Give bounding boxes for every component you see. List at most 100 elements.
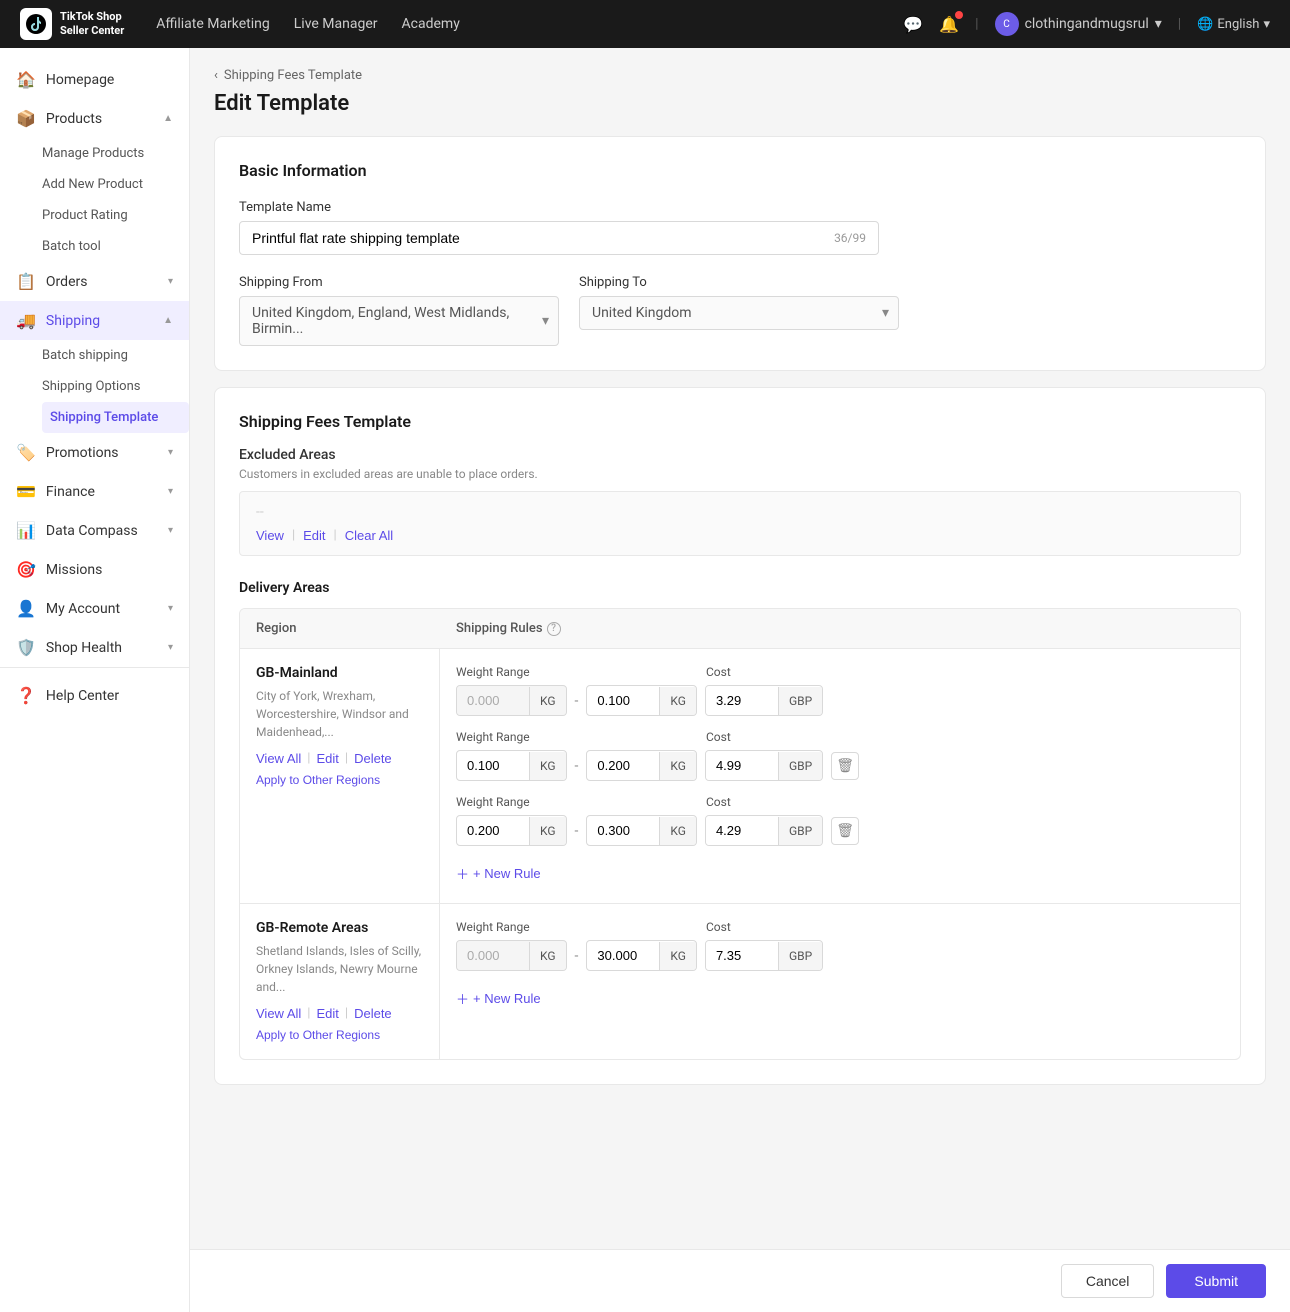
sidebar-subitem-shipping-options[interactable]: Shipping Options <box>42 371 189 402</box>
promotions-icon: 🏷️ <box>16 443 36 462</box>
account-icon: 👤 <box>16 599 36 618</box>
sidebar-label-data-compass: Data Compass <box>46 523 158 539</box>
sidebar-subitem-manage-products[interactable]: Manage Products <box>42 138 189 169</box>
shipping-rules-info-icon[interactable]: ? <box>547 622 561 636</box>
gb-mainland-region-cell: GB-Mainland City of York, Wrexham, Worce… <box>240 649 440 903</box>
submit-button[interactable]: Submit <box>1166 1264 1266 1298</box>
remote-rule-1-to-group[interactable]: KG <box>586 940 697 971</box>
products-submenu: Manage Products Add New Product Product … <box>0 138 189 262</box>
sidebar-item-homepage[interactable]: 🏠 Homepage <box>0 60 189 99</box>
sidebar-item-shipping[interactable]: 🚚 Shipping ▲ <box>0 301 189 340</box>
rule-3-to-unit: KG <box>659 817 696 845</box>
gb-mainland-delete-btn[interactable]: Delete <box>354 751 392 766</box>
template-name-input[interactable] <box>252 230 834 246</box>
footer-actions: Cancel Submit <box>190 1249 1290 1312</box>
rule-1-to-group[interactable]: KG <box>586 685 697 716</box>
rule-2-from-unit: KG <box>529 752 566 780</box>
excluded-sep-2: | <box>334 528 337 543</box>
user-menu[interactable]: C clothingandmugsrul ▾ <box>995 12 1162 36</box>
rule-3-to-group[interactable]: KG <box>586 815 697 846</box>
sidebar-subitem-add-product[interactable]: Add New Product <box>42 169 189 200</box>
rule-3-to-input[interactable] <box>587 816 659 845</box>
nav-academy[interactable]: Academy <box>402 16 460 32</box>
sidebar-subitem-shipping-template[interactable]: Shipping Template <box>42 402 189 433</box>
breadcrumb-parent[interactable]: Shipping Fees Template <box>224 68 362 83</box>
sidebar-item-products[interactable]: 📦 Products ▲ <box>0 99 189 138</box>
rule-3-from-group[interactable]: KG <box>456 815 567 846</box>
rule-2-delete-btn[interactable]: 🗑 <box>831 752 859 780</box>
nav-live-manager[interactable]: Live Manager <box>294 16 378 32</box>
messages-icon[interactable]: 💬 <box>903 15 923 34</box>
shipping-to-select-wrapper: United Kingdom ▾ <box>579 296 899 330</box>
shipping-to-select[interactable]: United Kingdom <box>579 296 899 330</box>
rule-3-from-input[interactable] <box>457 816 529 845</box>
sidebar-item-promotions[interactable]: 🏷️ Promotions ▾ <box>0 433 189 472</box>
sidebar-item-orders[interactable]: 📋 Orders ▾ <box>0 262 189 301</box>
nav-affiliate-marketing[interactable]: Affiliate Marketing <box>156 16 270 32</box>
sidebar-footer: ❓ Help Center <box>0 667 189 715</box>
rule-3-delete-btn[interactable]: 🗑 <box>831 817 859 845</box>
sidebar-label-products: Products <box>46 111 153 127</box>
template-name-group: Template Name 36/99 <box>239 200 1241 255</box>
excluded-areas-actions: View | Edit | Clear All <box>256 528 1224 543</box>
rule-3-cost-input[interactable] <box>706 816 778 845</box>
rule-2-cost-input[interactable] <box>706 751 778 780</box>
rule-row: Weight Range Cost KG - <box>456 665 1224 716</box>
gb-remote-name: GB-Remote Areas <box>256 920 423 936</box>
rule-1-cost-group[interactable]: GBP <box>705 685 823 716</box>
gb-mainland-edit-btn[interactable]: Edit <box>316 751 338 766</box>
gb-mainland-view-all-btn[interactable]: View All <box>256 751 301 766</box>
excluded-clear-btn[interactable]: Clear All <box>345 528 393 543</box>
delivery-table: Region Shipping Rules ? GB-Mainland City… <box>239 608 1241 1060</box>
sidebar-subitem-batch-tool[interactable]: Batch tool <box>42 231 189 262</box>
template-name-input-wrapper: 36/99 <box>239 221 879 255</box>
delivery-areas-section: Delivery Areas Region Shipping Rules ? <box>239 580 1241 1060</box>
sidebar-label-missions: Missions <box>46 562 173 578</box>
rule-2-to-input[interactable] <box>587 751 659 780</box>
sidebar-item-help[interactable]: ❓ Help Center <box>0 676 189 715</box>
rule-1-cost-input[interactable] <box>706 686 778 715</box>
shipping-from-select[interactable]: United Kingdom, England, West Midlands, … <box>239 296 559 346</box>
rule-2-to-group[interactable]: KG <box>586 750 697 781</box>
header-shipping-rules: Shipping Rules ? <box>440 609 1240 648</box>
header-rules-label: Shipping Rules <box>456 621 543 636</box>
gb-remote-new-rule-btn[interactable]: ＋ + New Rule <box>456 985 541 1012</box>
sidebar-label-shop-health: Shop Health <box>46 640 158 656</box>
help-icon: ❓ <box>16 686 36 705</box>
sidebar-label-promotions: Promotions <box>46 445 158 461</box>
gb-mainland-new-rule-btn[interactable]: ＋ + New Rule <box>456 860 541 887</box>
table-row: GB-Mainland City of York, Wrexham, Worce… <box>240 649 1240 904</box>
gb-remote-delete-btn[interactable]: Delete <box>354 1006 392 1021</box>
rule-3-cost-group[interactable]: GBP <box>705 815 823 846</box>
cancel-button[interactable]: Cancel <box>1061 1264 1155 1298</box>
gb-remote-apply-btn[interactable]: Apply to Other Regions <box>256 1028 380 1042</box>
rule-3-inputs: KG - KG GBP <box>456 815 1224 846</box>
rule-row: Weight Range Cost KG - <box>456 795 1224 846</box>
excluded-edit-btn[interactable]: Edit <box>303 528 325 543</box>
gb-remote-edit-btn[interactable]: Edit <box>316 1006 338 1021</box>
remote-rule-1-cost-input[interactable] <box>706 941 778 970</box>
gb-remote-view-all-btn[interactable]: View All <box>256 1006 301 1021</box>
rule-2-from-input[interactable] <box>457 751 529 780</box>
gb-mainland-apply-btn[interactable]: Apply to Other Regions <box>256 773 380 787</box>
remote-rule-1-dash: - <box>575 948 579 964</box>
rule-1-to-input[interactable] <box>587 686 659 715</box>
remote-rule-1-labels: Weight Range Cost <box>456 920 1224 934</box>
sidebar-item-account[interactable]: 👤 My Account ▾ <box>0 589 189 628</box>
excluded-view-btn[interactable]: View <box>256 528 284 543</box>
notifications-icon[interactable]: 🔔 <box>939 15 959 34</box>
sidebar-subitem-product-rating[interactable]: Product Rating <box>42 200 189 231</box>
language-selector[interactable]: 🌐 English ▾ <box>1197 17 1270 32</box>
remote-rule-1-to-input[interactable] <box>587 941 659 970</box>
sidebar-subitem-batch-shipping[interactable]: Batch shipping <box>42 340 189 371</box>
rule-2-from-group[interactable]: KG <box>456 750 567 781</box>
rule-2-cost-group[interactable]: GBP <box>705 750 823 781</box>
sidebar-item-shop-health[interactable]: 🛡️ Shop Health ▾ <box>0 628 189 667</box>
sidebar-item-missions[interactable]: 🎯 Missions <box>0 550 189 589</box>
logo[interactable]: TikTok ShopSeller Center <box>20 8 124 40</box>
shipping-to-group: Shipping To United Kingdom ▾ <box>579 275 899 346</box>
sidebar-item-data-compass[interactable]: 📊 Data Compass ▾ <box>0 511 189 550</box>
shop-health-chevron-icon: ▾ <box>168 642 173 653</box>
sidebar-item-finance[interactable]: 💳 Finance ▾ <box>0 472 189 511</box>
remote-rule-1-cost-group[interactable]: GBP <box>705 940 823 971</box>
